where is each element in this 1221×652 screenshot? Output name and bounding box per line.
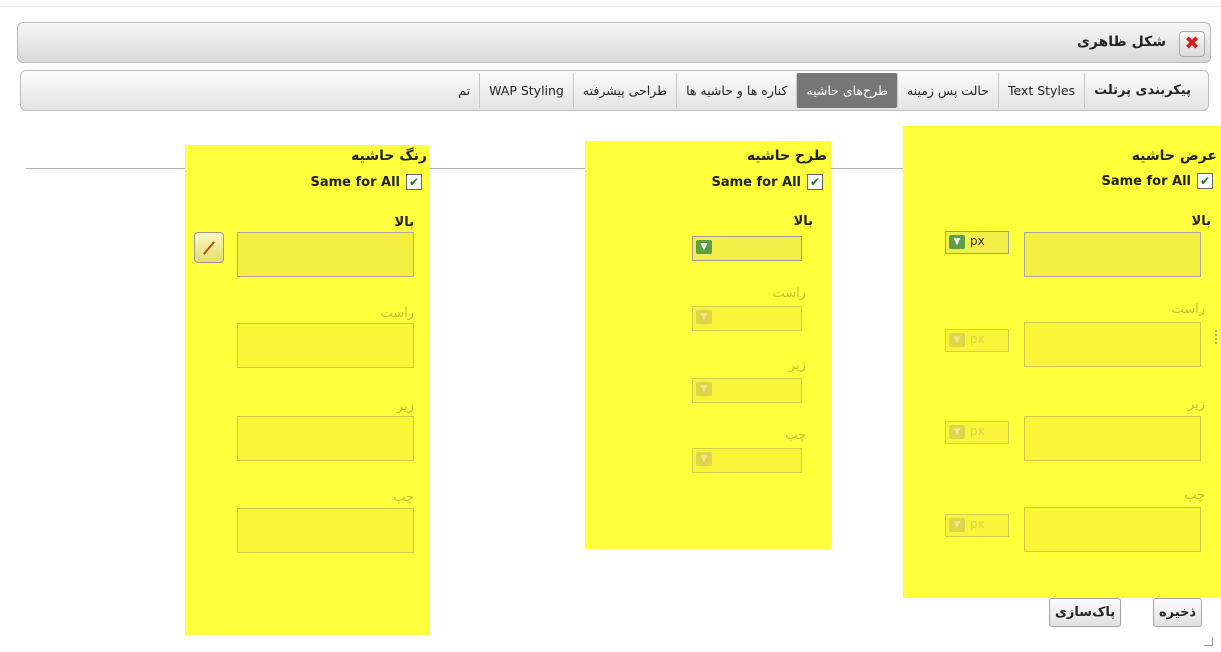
top-style-select[interactable]: ▼ [692,236,802,261]
pencil-icon [203,240,215,255]
same-for-all-checkbox[interactable]: ✔ [807,174,823,190]
border-color-panel: رنگ حاشیه Same for All ✔ بالا راست زیر چ… [185,145,430,635]
tab-margins-padding[interactable]: کناره ها و حاشیه ها [676,73,796,108]
border-width-same-for-all: Same for All ✔ [1101,173,1213,189]
top-label: بالا [793,214,813,229]
tab-advanced-styling[interactable]: طراحی پیشرفته [572,73,676,108]
chevron-down-icon: ▼ [696,382,712,396]
same-for-all-checkbox[interactable]: ✔ [1197,173,1213,189]
bottom-unit-select[interactable]: ▼ px [945,421,1009,444]
resize-grip-icon[interactable] [1204,637,1213,646]
same-for-all-checkbox[interactable]: ✔ [406,174,422,190]
same-for-all-label: Same for All [711,174,801,190]
left-unit-select[interactable]: ▼ px [945,514,1009,537]
border-style-title: طرح حاشیه [746,148,827,164]
left-label: چپ [393,490,414,505]
border-style-same-for-all: Same for All ✔ [711,174,823,190]
dialog-titlebar: ✖ شکل ظاهری [17,22,1211,63]
bottom-label: زیر [788,358,806,373]
close-button[interactable]: ✖ [1179,31,1205,57]
right-unit-select[interactable]: ▼ px [945,329,1009,352]
close-icon: ✖ [1184,33,1200,54]
top-label: بالا [394,215,414,230]
left-style-select[interactable]: ▼ [692,448,802,473]
color-picker-button[interactable] [194,232,224,263]
chevron-down-icon: ▼ [696,452,712,466]
top-label: بالا [1191,214,1211,229]
same-for-all-label: Same for All [1101,173,1191,189]
resize-handle-vertical[interactable] [1215,330,1219,344]
tab-portlet-config[interactable]: پیکربندی پرتلت [1084,73,1200,108]
left-color-input[interactable] [237,508,414,553]
tab-bar: پیکربندی پرتلت Text Styles حالت پس زمینه… [20,70,1209,111]
tab-border-styles[interactable]: طرح‌های حاشیه [796,73,897,108]
tab-text-styles[interactable]: Text Styles [997,73,1084,108]
chevron-down-icon: ▼ [949,235,965,249]
right-label: راست [772,286,806,301]
right-color-input[interactable] [237,323,414,368]
left-label: چپ [785,428,806,443]
chevron-down-icon: ▼ [696,310,712,324]
border-width-panel: عرض حاشیه Same for All ✔ بالا ▼ px راست ▼… [903,126,1221,598]
bottom-width-input[interactable] [1024,416,1201,461]
right-label: راست [1171,302,1205,317]
bottom-style-select[interactable]: ▼ [692,378,802,403]
top-color-input[interactable] [237,232,414,277]
top-width-input[interactable] [1024,232,1201,277]
border-color-title: رنگ حاشیه [351,148,427,164]
reset-button[interactable]: پاک‌سازی [1049,598,1122,627]
border-color-same-for-all: Same for All ✔ [310,174,422,190]
top-strip [0,0,1221,7]
dialog-title: شکل ظاهری [1077,34,1166,50]
tab-wap-styling[interactable]: WAP Styling [479,73,573,108]
tab-list: پیکربندی پرتلت Text Styles حالت پس زمینه… [449,73,1200,108]
chevron-down-icon: ▼ [949,518,965,532]
right-style-select[interactable]: ▼ [692,306,802,331]
same-for-all-label: Same for All [310,174,400,190]
chevron-down-icon: ▼ [949,425,965,439]
bottom-color-input[interactable] [237,416,414,461]
border-style-panel: طرح حاشیه Same for All ✔ بالا ▼ راست ▼ ز… [585,141,831,549]
border-width-title: عرض حاشیه [1131,148,1217,164]
top-unit-select[interactable]: ▼ px [945,231,1009,254]
chevron-down-icon: ▼ [696,240,712,254]
tab-background[interactable]: حالت پس زمینه [896,73,998,108]
right-width-input[interactable] [1024,322,1201,367]
save-button[interactable]: ذخیره [1153,598,1203,627]
chevron-down-icon: ▼ [949,333,965,347]
tab-theme[interactable]: تم [449,73,479,108]
left-label: چپ [1184,488,1205,503]
left-width-input[interactable] [1024,507,1201,552]
bottom-label: زیر [1187,397,1205,412]
right-label: راست [380,306,414,321]
bottom-label: زیر [396,399,414,414]
